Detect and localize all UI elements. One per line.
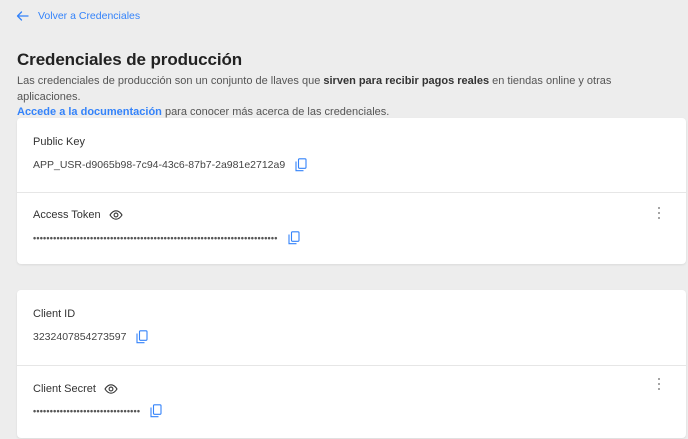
access-token-label: Access Token (33, 209, 123, 221)
documentation-link[interactable]: Accede a la documentación (17, 106, 162, 118)
access-token-value: ••••••••••••••••••••••••••••••••••••••••… (33, 233, 278, 243)
public-key-label: Public Key (33, 136, 85, 148)
client-id-value: 3232407854273597 (33, 331, 127, 343)
client-id-value-group: 3232407854273597 (33, 330, 148, 344)
access-token-row: Access Token •••••••••••••••••••••••••••… (17, 192, 686, 265)
credentials-card-keys: Public Key APP_USR-d9065b98-7c94-43c6-87… (17, 118, 686, 264)
back-link[interactable]: Volver a Credenciales (16, 8, 140, 24)
access-token-label-text: Access Token (33, 209, 101, 221)
description-text-3: para conocer más acerca de las credencia… (161, 106, 390, 118)
eye-icon[interactable] (109, 210, 123, 220)
public-key-row: Public Key APP_USR-d9065b98-7c94-43c6-87… (17, 118, 686, 192)
copy-icon[interactable] (295, 158, 307, 172)
back-link-label: Volver a Credenciales (38, 10, 141, 22)
kebab-menu-icon[interactable] (656, 207, 662, 221)
eye-icon[interactable] (104, 384, 118, 394)
public-key-label-text: Public Key (33, 136, 85, 148)
client-secret-value: •••••••••••••••••••••••••••••••• (33, 406, 141, 416)
client-secret-value-group: •••••••••••••••••••••••••••••••• (33, 404, 162, 418)
client-id-label: Client ID (33, 308, 75, 320)
page-description: Las credenciales de producción son un co… (17, 74, 677, 121)
description-bold: sirven para recibir pagos reales (323, 75, 490, 87)
access-token-value-group: ••••••••••••••••••••••••••••••••••••••••… (33, 231, 300, 245)
copy-icon[interactable] (288, 231, 300, 245)
arrow-left-icon (16, 11, 29, 21)
client-secret-row: Client Secret ••••••••••••••••••••••••••… (17, 365, 686, 439)
public-key-value-group: APP_USR-d9065b98-7c94-43c6-87b7-2a981e27… (33, 158, 307, 172)
client-id-label-text: Client ID (33, 308, 76, 320)
client-secret-label: Client Secret (33, 383, 118, 395)
page-title: Credenciales de producción (17, 50, 243, 69)
copy-icon[interactable] (136, 330, 148, 344)
public-key-value: APP_USR-d9065b98-7c94-43c6-87b7-2a981e27… (33, 159, 286, 171)
client-id-row: Client ID 3232407854273597 (17, 290, 686, 365)
credentials-card-client: Client ID 3232407854273597 Client Secret… (17, 290, 686, 438)
copy-icon[interactable] (150, 404, 162, 418)
kebab-menu-icon[interactable] (656, 378, 662, 392)
client-secret-label-text: Client Secret (33, 383, 96, 395)
description-text-1: Las credenciales de producción son un co… (17, 75, 324, 87)
